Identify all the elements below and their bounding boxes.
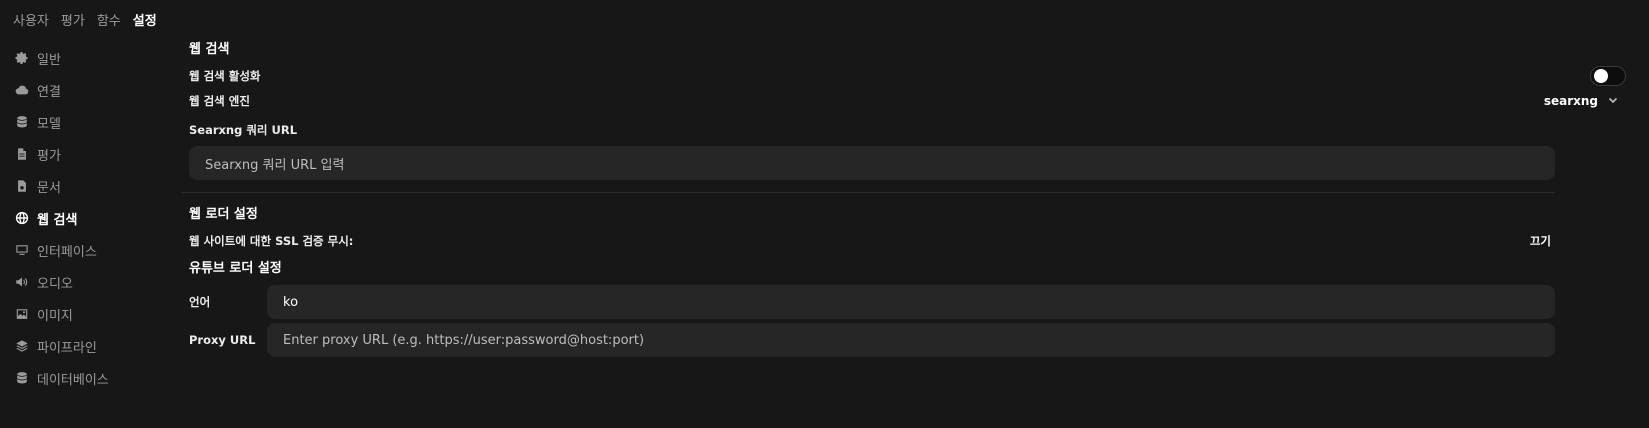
ssl-verify-row: 웹 사이트에 대한 SSL 검증 무시: 끄기 — [189, 231, 1551, 251]
layers-icon — [15, 339, 29, 353]
top-tabs: 사용자 평가 함수 설정 — [13, 10, 157, 29]
web-search-engine-select[interactable]: searxng — [1544, 94, 1618, 108]
sidebar-item-label: 오디오 — [37, 276, 73, 292]
tab-functions[interactable]: 함수 — [97, 10, 121, 29]
proxy-url-label: Proxy URL — [189, 333, 256, 347]
web-search-engine-label: 웹 검색 엔진 — [189, 94, 250, 108]
ssl-verify-toggle-button[interactable]: 끄기 — [1530, 233, 1551, 249]
web-search-enable-row: 웹 검색 활성화 — [189, 66, 1626, 86]
section-divider — [181, 192, 1555, 193]
web-loader-title: 웹 로더 설정 — [189, 207, 258, 222]
sidebar-item-label: 모델 — [37, 116, 61, 132]
speaker-icon — [15, 275, 29, 289]
sidebar-item-database[interactable]: 데이터베이스 — [15, 362, 165, 394]
sidebar-item-label: 웹 검색 — [37, 212, 78, 228]
sidebar-item-pipelines[interactable]: 파이프라인 — [15, 330, 165, 362]
query-url-input[interactable]: Searxng 쿼리 URL 입력 — [189, 146, 1555, 180]
proxy-url-row: Proxy URL Enter proxy URL (e.g. https://… — [189, 323, 1555, 357]
query-url-label: Searxng 쿼리 URL — [189, 123, 298, 137]
web-search-title: 웹 검색 — [189, 42, 230, 57]
sidebar-item-web-search[interactable]: 웹 검색 — [15, 202, 165, 234]
image-icon — [15, 307, 29, 321]
file-icon — [15, 179, 29, 193]
language-label: 언어 — [189, 295, 211, 309]
sidebar-item-interface[interactable]: 인터페이스 — [15, 234, 165, 266]
sidebar-item-label: 문서 — [37, 180, 61, 196]
proxy-url-input[interactable]: Enter proxy URL (e.g. https://user:passw… — [267, 323, 1555, 357]
sidebar-item-label: 파이프라인 — [37, 340, 97, 356]
sidebar-item-label: 일반 — [37, 52, 61, 68]
tab-settings[interactable]: 설정 — [133, 10, 157, 29]
toggle-knob — [1594, 69, 1608, 83]
sidebar-item-models[interactable]: 모델 — [15, 106, 165, 138]
sidebar-item-connections[interactable]: 연결 — [15, 74, 165, 106]
language-input[interactable]: ko — [267, 285, 1555, 319]
sidebar-item-label: 평가 — [37, 148, 61, 164]
sidebar-item-label: 인터페이스 — [37, 244, 97, 260]
tab-evaluations[interactable]: 평가 — [61, 10, 85, 29]
globe-icon — [15, 211, 29, 225]
web-search-settings-panel: 웹 검색 웹 검색 활성화 웹 검색 엔진 searxng Searxng 쿼리… — [181, 40, 1626, 357]
sidebar-item-label: 연결 — [37, 84, 61, 100]
sidebar-item-general[interactable]: 일반 — [15, 42, 165, 74]
sidebar-item-documents[interactable]: 문서 — [15, 170, 165, 202]
database-icon — [15, 371, 29, 385]
web-search-enable-label: 웹 검색 활성화 — [189, 69, 261, 83]
document-icon — [15, 147, 29, 161]
sidebar-item-audio[interactable]: 오디오 — [15, 266, 165, 298]
monitor-icon — [15, 243, 29, 257]
sidebar-item-label: 이미지 — [37, 308, 73, 324]
chevron-down-icon — [1608, 94, 1618, 108]
ssl-verify-label: 웹 사이트에 대한 SSL 검증 무시: — [189, 234, 354, 248]
tab-users[interactable]: 사용자 — [13, 10, 49, 29]
language-row: 언어 ko — [189, 285, 1555, 319]
youtube-loader-title: 유튜브 로더 설정 — [189, 261, 282, 276]
gear-icon — [15, 51, 29, 65]
cloud-icon — [15, 83, 29, 97]
web-search-engine-row: 웹 검색 엔진 searxng — [189, 90, 1626, 112]
web-search-toggle[interactable] — [1590, 66, 1626, 86]
web-search-engine-value: searxng — [1543, 94, 1598, 108]
database-icon — [15, 115, 29, 129]
sidebar-item-evaluations[interactable]: 평가 — [15, 138, 165, 170]
settings-sidebar: 일반 연결 모델 평가 문서 웹 검색 인터페이스 오디오 이미지 파이프라인 … — [15, 42, 165, 394]
sidebar-item-label: 데이터베이스 — [37, 372, 109, 388]
sidebar-item-images[interactable]: 이미지 — [15, 298, 165, 330]
